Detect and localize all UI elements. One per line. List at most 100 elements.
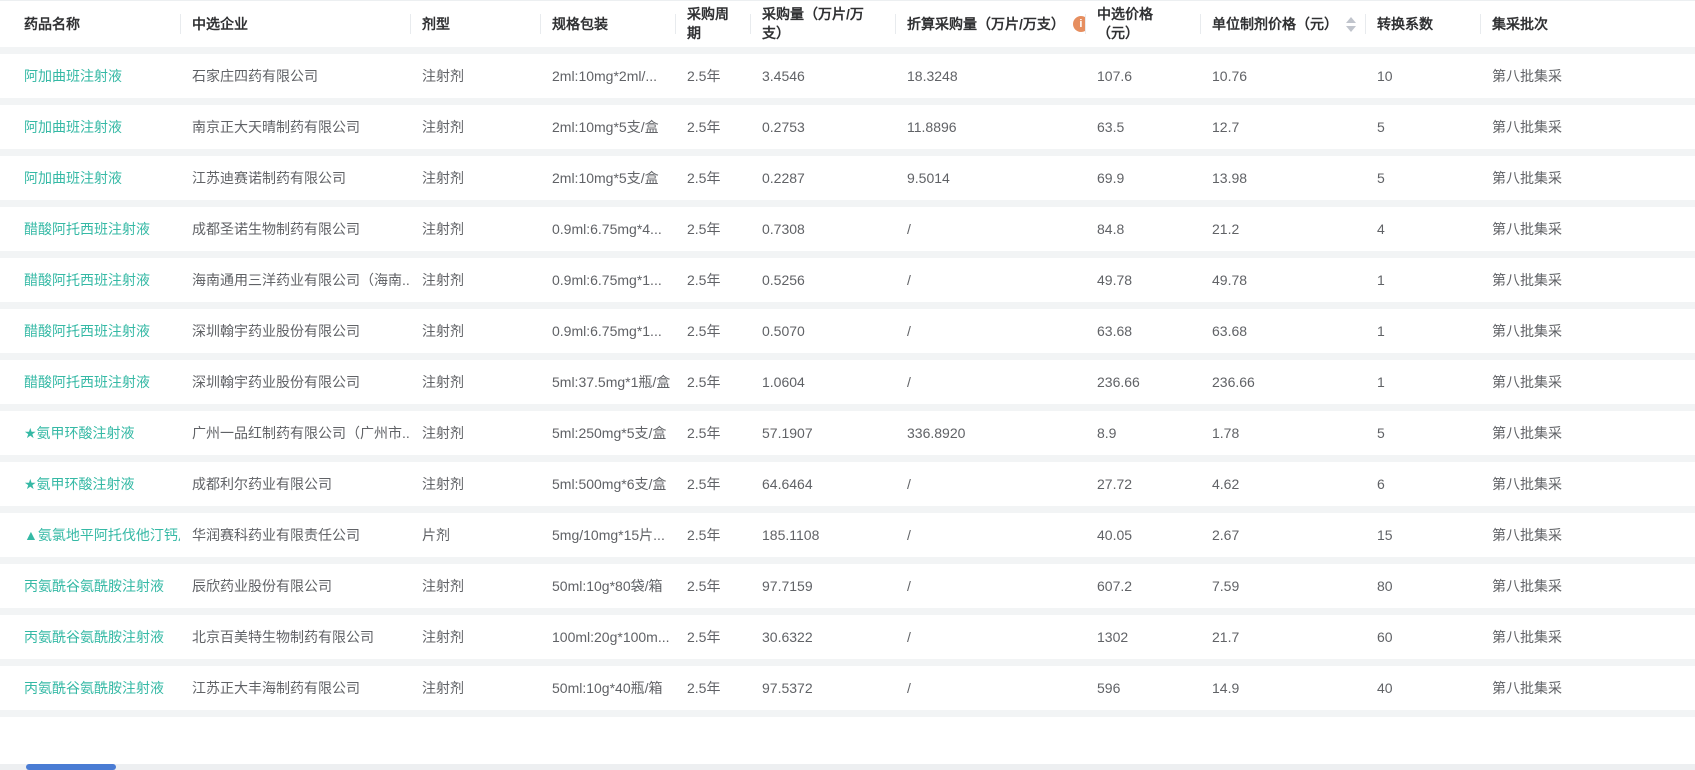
- sort-ascending-caret-icon[interactable]: [1346, 16, 1356, 23]
- cell-value: 注射剂: [422, 680, 464, 696]
- drug-name-link[interactable]: 丙氨酰谷氨酰胺注射液: [24, 680, 164, 696]
- cell-value: /: [907, 374, 911, 390]
- column-header-label-line: 剂型: [422, 15, 450, 32]
- cell-value: 注射剂: [422, 323, 464, 339]
- cell-volume: 0.2287: [750, 170, 895, 186]
- cell-converted_volume: /: [895, 629, 1085, 645]
- cell-value: 3.4546: [762, 68, 805, 84]
- cell-batch: 第八批集采: [1480, 117, 1695, 137]
- column-header-label-line: 规格包装: [552, 15, 608, 32]
- drug-name-link[interactable]: 醋酸阿托西班注射液: [24, 323, 150, 339]
- cell-value: /: [907, 272, 911, 288]
- cell-batch: 第八批集采: [1480, 627, 1695, 647]
- cell-price: 107.6: [1085, 68, 1200, 84]
- drug-name-link[interactable]: 丙氨酰谷氨酰胺注射液: [24, 578, 164, 594]
- cell-period: 2.5年: [675, 474, 750, 494]
- drug-name-link[interactable]: ★氨甲环酸注射液: [24, 425, 135, 441]
- column-header-label: 中选价格 （元）: [1097, 5, 1153, 43]
- cell-value: 50ml:10g*80袋/箱: [552, 578, 663, 594]
- column-header-batch: 集采批次: [1480, 1, 1695, 47]
- cell-value: 8.9: [1097, 425, 1117, 441]
- cell-converted_volume: /: [895, 221, 1085, 237]
- cell-value: 南京正大天晴制药有限公司: [192, 119, 360, 135]
- cell-value: 5mg/10mg*15片...: [552, 527, 665, 543]
- cell-value: 2.5年: [687, 221, 721, 237]
- drug-name-link[interactable]: 阿加曲班注射液: [24, 170, 122, 186]
- drug-name-link[interactable]: ★氨甲环酸注射液: [24, 476, 135, 492]
- cell-value: /: [907, 578, 911, 594]
- cell-batch: 第八批集采: [1480, 576, 1695, 596]
- cell-value: /: [907, 629, 911, 645]
- cell-volume: 0.2753: [750, 119, 895, 135]
- column-header-label-line: 转换系数: [1377, 15, 1433, 32]
- cell-value: 607.2: [1097, 578, 1133, 594]
- cell-value: 97.5372: [762, 680, 813, 696]
- drug-name-link[interactable]: 醋酸阿托西班注射液: [24, 374, 150, 390]
- drug-name-link[interactable]: ▲氨氯地平阿托伐他汀钙片: [24, 527, 180, 543]
- cell-value: 336.8920: [907, 425, 966, 441]
- cell-drug_name: 阿加曲班注射液: [0, 66, 180, 86]
- cell-drug_name: 丙氨酰谷氨酰胺注射液: [0, 678, 180, 698]
- cell-value: 9.5014: [907, 170, 950, 186]
- cell-value: 第八批集采: [1492, 68, 1562, 84]
- column-header-conversion_factor: 转换系数: [1365, 1, 1480, 47]
- cell-value: 5: [1377, 119, 1385, 135]
- cell-enterprise: 华润赛科药业有限责任公司: [180, 525, 410, 545]
- cell-spec: 0.9ml:6.75mg*1...: [540, 323, 675, 339]
- cell-period: 2.5年: [675, 219, 750, 239]
- cell-value: 华润赛科药业有限责任公司: [192, 527, 360, 543]
- cell-period: 2.5年: [675, 627, 750, 647]
- cell-spec: 100ml:20g*100m...: [540, 629, 675, 645]
- sort-icon[interactable]: [1346, 16, 1356, 32]
- cell-spec: 0.9ml:6.75mg*4...: [540, 221, 675, 237]
- cell-value: 2ml:10mg*5支/盒: [552, 170, 659, 186]
- cell-conversion_factor: 6: [1365, 476, 1480, 492]
- cell-value: 石家庄四药有限公司: [192, 68, 318, 84]
- column-header-price: 中选价格 （元）: [1085, 1, 1200, 47]
- cell-conversion_factor: 60: [1365, 629, 1480, 645]
- column-header-unit_price[interactable]: 单位制剂价格（元）: [1200, 1, 1365, 47]
- cell-value: 注射剂: [422, 629, 464, 645]
- cell-price: 49.78: [1085, 272, 1200, 288]
- cell-value: 2.5年: [687, 68, 721, 84]
- cell-drug_name: 醋酸阿托西班注射液: [0, 219, 180, 239]
- cell-spec: 5mg/10mg*15片...: [540, 525, 675, 545]
- procurement-results-table: 药品名称 中选企业 剂型 规格包装 采购周期采购量（万片/万 支） 折算采购量（万片/万支）…: [0, 0, 1695, 769]
- drug-name-link[interactable]: 阿加曲班注射液: [24, 119, 122, 135]
- horizontal-scrollbar-thumb[interactable]: [26, 764, 116, 770]
- info-icon[interactable]: i: [1072, 16, 1085, 32]
- cell-value: 第八批集采: [1492, 476, 1562, 492]
- cell-volume: 30.6322: [750, 629, 895, 645]
- cell-value: 1: [1377, 374, 1385, 390]
- cell-value: 10: [1377, 68, 1393, 84]
- cell-value: 0.5256: [762, 272, 805, 288]
- column-header-converted_volume: 折算采购量（万片/万支） i: [895, 1, 1085, 47]
- cell-period: 2.5年: [675, 576, 750, 596]
- cell-value: 第八批集采: [1492, 578, 1562, 594]
- cell-volume: 0.7308: [750, 221, 895, 237]
- cell-value: 80: [1377, 578, 1393, 594]
- cell-value: 2.5年: [687, 476, 721, 492]
- sort-descending-caret-icon[interactable]: [1346, 25, 1356, 32]
- table-row: ★氨甲环酸注射液 成都利尔药业有限公司 注射剂 5ml:500mg*6支/盒 2.5年 6…: [0, 462, 1695, 506]
- cell-value: 2.5年: [687, 527, 721, 543]
- cell-value: 第八批集采: [1492, 680, 1562, 696]
- cell-value: 0.9ml:6.75mg*4...: [552, 221, 662, 237]
- cell-value: 注射剂: [422, 476, 464, 492]
- cell-enterprise: 北京百美特生物制药有限公司: [180, 627, 410, 647]
- drug-name-link[interactable]: 醋酸阿托西班注射液: [24, 272, 150, 288]
- cell-converted_volume: /: [895, 527, 1085, 543]
- cell-value: 2.5年: [687, 272, 721, 288]
- cell-unit_price: 10.76: [1200, 68, 1365, 84]
- cell-value: 57.1907: [762, 425, 813, 441]
- table-row: 丙氨酰谷氨酰胺注射液 江苏正大丰海制药有限公司 注射剂 50ml:10g*40瓶/箱 2…: [0, 666, 1695, 710]
- drug-name-link[interactable]: 丙氨酰谷氨酰胺注射液: [24, 629, 164, 645]
- drug-name-link[interactable]: 阿加曲班注射液: [24, 68, 122, 84]
- horizontal-scrollbar[interactable]: [0, 764, 1695, 770]
- cell-value: 第八批集采: [1492, 374, 1562, 390]
- cell-enterprise: 深圳翰宇药业股份有限公司: [180, 372, 410, 392]
- table-row: 丙氨酰谷氨酰胺注射液 北京百美特生物制药有限公司 注射剂 100ml:20g*100m…: [0, 615, 1695, 659]
- cell-value: 84.8: [1097, 221, 1125, 237]
- cell-value: 成都圣诺生物制药有限公司: [192, 221, 360, 237]
- drug-name-link[interactable]: 醋酸阿托西班注射液: [24, 221, 150, 237]
